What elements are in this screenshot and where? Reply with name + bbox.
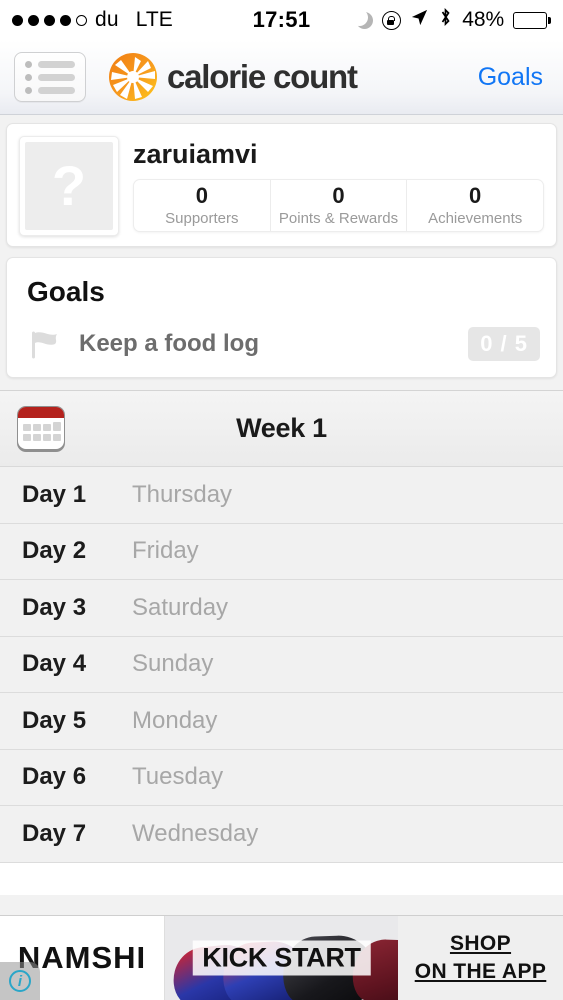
goal-label: Keep a food log	[79, 330, 259, 357]
list-bottom-spacer	[0, 862, 563, 895]
stat-achievements[interactable]: 0 Achievements	[406, 180, 543, 231]
stat-label: Supporters	[165, 209, 239, 227]
status-bar-right: 48%	[351, 7, 551, 33]
table-row[interactable]: Day 3 Saturday	[0, 580, 563, 637]
adchoices-info-icon[interactable]: i	[0, 962, 40, 1000]
day-number-label: Day 3	[22, 593, 87, 621]
stat-label: Points & Rewards	[278, 209, 399, 227]
brand-name-label: calorie count	[167, 58, 358, 95]
ad-banner[interactable]: NAMSHI KICK START SHOP ON THE APP i	[0, 915, 563, 1000]
goal-item-keep-a-food-log[interactable]: Keep a food log 0 / 5	[27, 327, 540, 361]
table-row[interactable]: Day 2 Friday	[0, 523, 563, 580]
day-name-label: Tuesday	[132, 763, 224, 791]
day-name-label: Monday	[132, 706, 218, 734]
bluetooth-icon	[438, 7, 453, 33]
battery-icon	[513, 11, 551, 29]
avatar[interactable]: ?	[19, 136, 119, 236]
menu-icon-row	[25, 73, 75, 81]
stat-value: 0	[195, 183, 208, 209]
rotation-lock-icon	[382, 10, 402, 30]
stat-label: Achievements	[428, 209, 523, 227]
ad-image: KICK START	[165, 916, 398, 1000]
calorie-count-sunburst-icon	[108, 52, 158, 102]
day-name-label: Thursday	[132, 480, 233, 508]
profile-card: ? zaruiamvi 0 Supporters 0 Points & Rewa…	[6, 123, 557, 247]
stat-value: 0	[469, 183, 482, 209]
username-label: zaruiamvi	[133, 139, 258, 169]
app-root: du LTE 17:51 48% calorie count Goals ? z…	[0, 0, 563, 1000]
goals-section-title: Goals	[27, 276, 105, 307]
profile-details: zaruiamvi 0 Supporters 0 Points & Reward…	[133, 136, 544, 232]
menu-icon-row	[25, 60, 75, 68]
status-bar: du LTE 17:51 48%	[0, 0, 563, 40]
goals-card: Goals Keep a food log 0 / 5	[6, 257, 557, 378]
moon-icon	[351, 8, 374, 29]
day-name-label: Sunday	[132, 650, 214, 678]
ad-cta-line2: ON THE APP	[414, 960, 547, 983]
day-name-label: Wednesday	[132, 819, 259, 847]
menu-icon-row	[25, 86, 75, 94]
day-number-label: Day 6	[22, 763, 87, 791]
adchoices-label: i	[9, 970, 31, 992]
location-arrow-icon	[410, 8, 429, 33]
stat-points-rewards[interactable]: 0 Points & Rewards	[269, 180, 407, 231]
day-name-label: Saturday	[132, 593, 229, 621]
goals-nav-link[interactable]: Goals	[478, 63, 549, 92]
week-title-label: Week 1	[236, 413, 327, 443]
stat-value: 0	[332, 183, 345, 209]
table-row[interactable]: Day 5 Monday	[0, 693, 563, 750]
stat-supporters[interactable]: 0 Supporters	[134, 180, 270, 231]
ad-headline-label: KICK START	[192, 940, 371, 976]
table-row[interactable]: Day 6 Tuesday	[0, 749, 563, 806]
table-row[interactable]: Day 1 Thursday	[0, 467, 563, 524]
battery-percent-label: 48%	[462, 8, 505, 31]
brand-logo[interactable]: calorie count	[108, 52, 358, 102]
week-list: Week 1 Day 1 Thursday Day 2 Friday Day 3…	[0, 390, 563, 895]
flag-icon	[27, 329, 63, 359]
day-number-label: Day 1	[22, 480, 87, 508]
avatar-placeholder-label: ?	[25, 142, 113, 230]
day-name-label: Friday	[132, 537, 199, 565]
day-number-label: Day 5	[22, 706, 87, 734]
week-header: Week 1	[0, 391, 563, 467]
goal-progress-badge: 0 / 5	[468, 327, 540, 361]
app-header: calorie count Goals	[0, 40, 563, 115]
day-number-label: Day 2	[22, 537, 87, 565]
table-row[interactable]: Day 7 Wednesday	[0, 806, 563, 863]
day-number-label: Day 7	[22, 819, 87, 847]
ad-cta[interactable]: SHOP ON THE APP	[398, 916, 563, 1000]
ad-cta-line1: SHOP	[449, 932, 512, 955]
table-row[interactable]: Day 4 Sunday	[0, 636, 563, 693]
menu-button[interactable]	[14, 52, 86, 102]
day-number-label: Day 4	[22, 650, 87, 678]
profile-stats: 0 Supporters 0 Points & Rewards 0 Achiev…	[133, 179, 544, 232]
